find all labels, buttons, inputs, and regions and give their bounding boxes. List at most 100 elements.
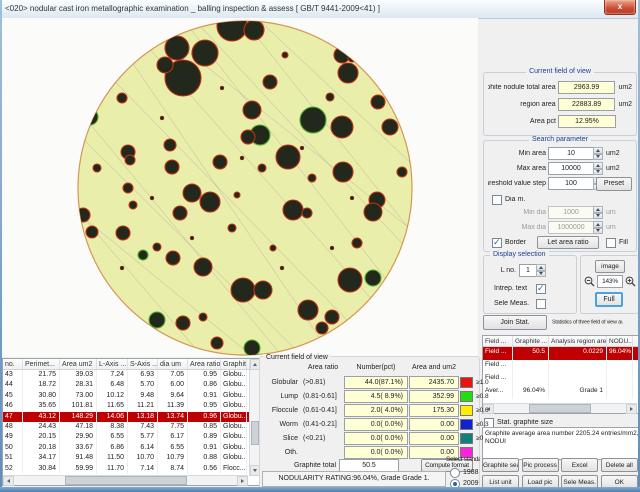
scroll-left-arrow[interactable] — [3, 476, 14, 486]
scroll-thumb[interactable] — [251, 421, 259, 445]
area-pct-value: 12.95% — [558, 115, 616, 128]
min-dia-input[interactable]: 1000 — [548, 206, 603, 219]
column-header[interactable]: dia um — [158, 359, 188, 369]
cell: 11.39 — [158, 401, 188, 411]
cell: 8.74 — [158, 464, 188, 474]
let-area-ratio-button[interactable]: Let area ratio — [537, 236, 599, 249]
class-row: Slice(<0.21)0.0( 0.0%)0.00≥0 — [262, 431, 476, 445]
min-dia-spinner[interactable] — [593, 206, 603, 219]
zoom-out-icon[interactable] — [584, 276, 595, 287]
table-row[interactable]: Aver...96.04%Grade 1 — [483, 386, 639, 399]
max-area-input[interactable]: 10000 — [548, 162, 603, 175]
area-value: 2435.70 — [409, 376, 459, 389]
table-row[interactable]: 4920.1529.906.555.776.170.89Globu... — [3, 432, 250, 442]
table-row[interactable]: Field ... — [483, 360, 639, 373]
scroll-right-arrow[interactable] — [237, 476, 248, 486]
cell: 34.17 — [23, 453, 60, 463]
column-header[interactable]: Field ... — [483, 336, 513, 346]
preset-button[interactable]: Preset — [596, 177, 632, 191]
standard-1988-radio[interactable] — [450, 468, 460, 478]
table-row[interactable]: 4530.8073.0010.129.489.640.91Globu... — [3, 391, 250, 401]
cell: 45 — [3, 391, 23, 401]
cell — [513, 373, 549, 386]
stats-hscrollbar[interactable] — [483, 403, 637, 413]
graphite-search-button[interactable]: Graphite search — [482, 458, 519, 472]
excel-button[interactable]: Excel — [561, 458, 598, 472]
class-row: Globular(>0.81)44.0(87.1%)2435.70≥1.0 — [262, 375, 476, 389]
max-area-spinner[interactable] — [593, 162, 603, 175]
cell: 21.75 — [23, 370, 60, 380]
area-value: 352.99 — [409, 390, 459, 403]
table-row[interactable]: 4635.65101.8111.6511.2111.390.95Globu... — [3, 401, 250, 411]
cell: 0.85 — [188, 422, 221, 432]
table-row[interactable]: Field ...50.50.022996.04% — [483, 347, 639, 360]
class-row: Oth.0.0( 0.0%)0.00 — [262, 445, 476, 459]
cell: 48 — [3, 422, 23, 432]
area-ratio-range: (0.81-0.61] — [303, 393, 343, 400]
column-header[interactable]: Analysis region area( — [549, 336, 607, 346]
cell: 6.00 — [158, 380, 188, 390]
table-row[interactable]: 5134.1791.4811.5010.7010.790.88Globu... — [3, 453, 250, 463]
window-border-left — [0, 0, 2, 492]
close-button[interactable]: x — [604, 0, 636, 15]
scroll-thumb[interactable] — [529, 404, 591, 413]
join-stat-button[interactable]: Join Stat. — [483, 315, 547, 330]
column-header[interactable]: no. — [3, 359, 23, 369]
image-chip[interactable]: image — [595, 260, 625, 273]
column-header[interactable]: Area ratio — [188, 359, 221, 369]
scroll-thumb[interactable] — [65, 476, 187, 485]
window-border-bottom — [0, 487, 640, 492]
dia-checkbox[interactable] — [492, 195, 502, 205]
l-no-spinner[interactable] — [536, 264, 546, 277]
max-dia-input[interactable]: 1000000 — [548, 221, 603, 234]
table-row[interactable]: 5230.8459.9911.707.148.740.56Flocc... — [3, 464, 250, 474]
graphite-average-textbox[interactable]: Graphite average area number 2205.24 ent… — [482, 427, 640, 460]
delete-all-button[interactable]: Delete all — [601, 458, 638, 472]
border-checkbox[interactable] — [492, 238, 502, 248]
micrograph-view[interactable] — [2, 18, 478, 357]
intrep-text-checkbox[interactable] — [536, 284, 546, 294]
min-dia-label: Min dia — [488, 209, 546, 216]
sele-meas-checkbox[interactable] — [536, 299, 546, 309]
cell: Globu... — [221, 443, 247, 453]
cell: 7.24 — [97, 370, 128, 380]
cell: 29.90 — [60, 432, 97, 442]
pic-process-button[interactable]: Pic process — [522, 458, 559, 472]
stat-graphite-size-label: Stat. graphite size — [497, 419, 553, 426]
table-row[interactable]: 4321.7539.037.246.937.050.95Globu... — [3, 370, 250, 380]
column-header[interactable]: S-Axis ... — [128, 359, 158, 369]
table-row[interactable]: Field ... — [483, 373, 639, 386]
cell: 11.70 — [97, 464, 128, 474]
threshold-input[interactable]: 100 — [548, 177, 603, 190]
fill-checkbox[interactable] — [606, 238, 616, 248]
table-row[interactable]: 4824.4347.188.387.437.750.85Globu... — [3, 422, 250, 432]
app-window: <020> nodular cast iron metallographic e… — [0, 0, 640, 492]
area-ratio-header: Area ratio — [303, 364, 343, 371]
grade-label: ≥0.8 — [474, 393, 491, 400]
column-header[interactable]: Perimet... — [23, 359, 60, 369]
list-vscrollbar[interactable] — [249, 359, 259, 476]
column-header[interactable]: Graphite ... — [513, 336, 549, 346]
standard-2009-label: 2009 — [463, 480, 479, 487]
cell: 11.50 — [97, 453, 128, 463]
table-row[interactable]: 4743.12148.2914.0613.1813.740.96Globu... — [3, 412, 250, 422]
cell: 0.95 — [188, 370, 221, 380]
table-row[interactable]: 5020.1833.676.866.146.550.91Globu... — [3, 443, 250, 453]
l-no-input[interactable]: 1 — [519, 264, 546, 277]
min-area-input[interactable]: 10 — [548, 147, 603, 160]
scroll-right-arrow[interactable] — [626, 404, 637, 414]
full-button[interactable]: Full — [595, 292, 623, 307]
standard-1988-label: 1988 — [463, 469, 479, 476]
table-row[interactable]: 4418.7228.316.485.706.000.86Globu... — [3, 380, 250, 390]
column-header[interactable]: L-Axis ... — [97, 359, 128, 369]
column-header[interactable]: Graphite Ty — [221, 359, 247, 369]
max-dia-spinner[interactable] — [593, 221, 603, 234]
cell: 43.12 — [23, 412, 60, 422]
current-field-title: Current field of view — [526, 68, 594, 75]
column-header[interactable]: NODU... — [607, 336, 633, 346]
cell: 5.70 — [128, 380, 158, 390]
column-header[interactable]: Area um2 — [60, 359, 97, 369]
zoom-in-icon[interactable] — [625, 276, 636, 287]
min-area-spinner[interactable] — [593, 147, 603, 160]
list-hscrollbar[interactable] — [3, 475, 248, 485]
